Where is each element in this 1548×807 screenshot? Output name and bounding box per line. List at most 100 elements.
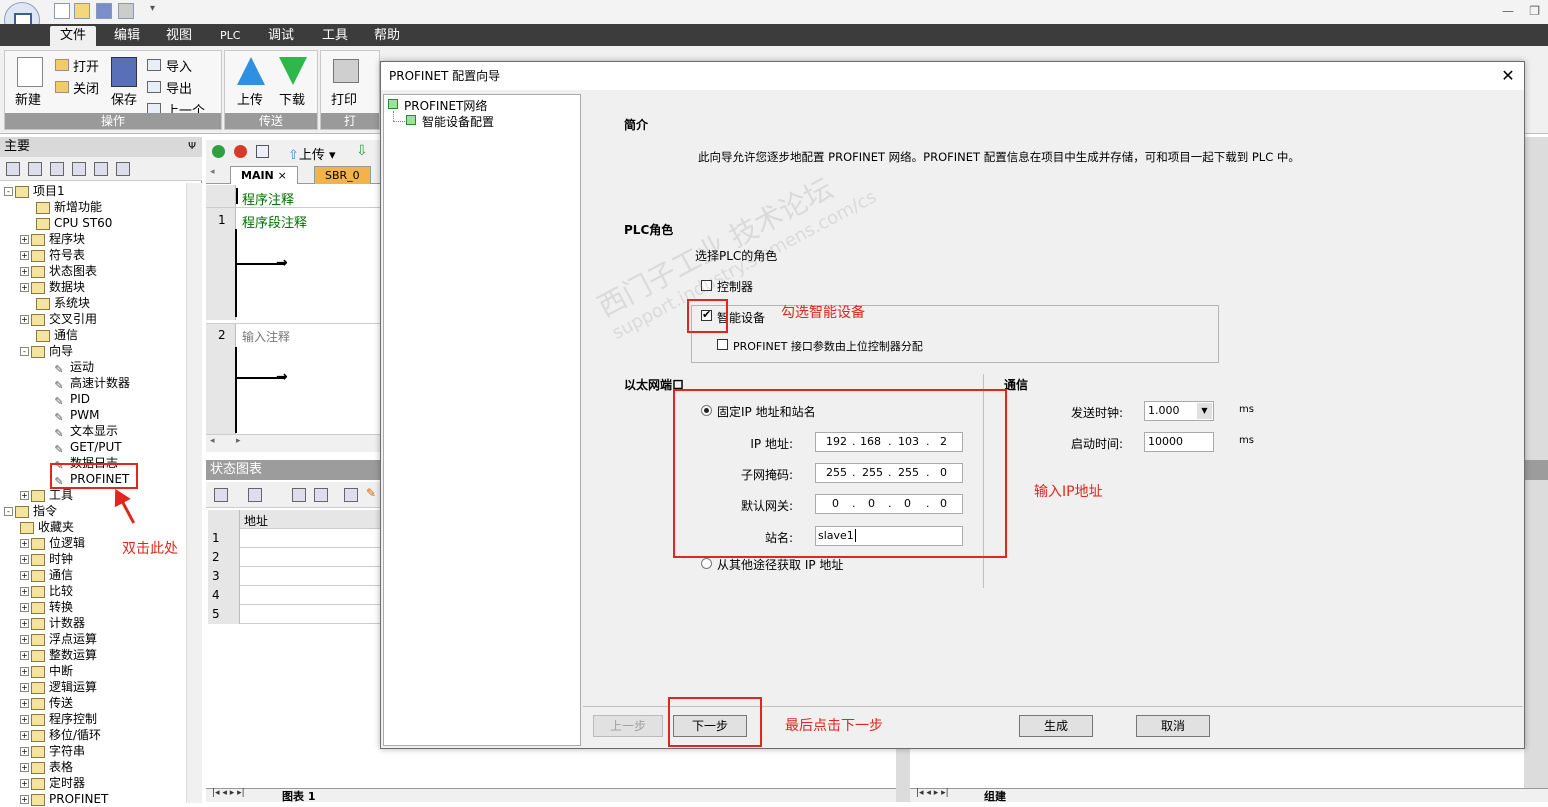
prev-button[interactable]: 上一步 xyxy=(593,715,663,737)
tree-item[interactable]: ✎ PWM xyxy=(52,407,99,424)
menu-file[interactable]: 文件 xyxy=(50,26,97,46)
menu-view[interactable]: 视图 xyxy=(156,26,202,46)
collapse-icon[interactable]: - xyxy=(4,507,13,516)
restore-icon[interactable]: ❐ xyxy=(1529,4,1540,18)
tree-item[interactable]: ✎ 文本显示 xyxy=(52,423,118,440)
editor-hscrollbar[interactable]: ◂ ▸ xyxy=(206,434,382,452)
new-file-icon[interactable] xyxy=(54,3,70,19)
tree-item[interactable]: + 时钟 xyxy=(20,551,73,567)
nav-item-profinet-network[interactable]: PROFINET网络 xyxy=(404,97,488,114)
expand-icon[interactable]: + xyxy=(20,555,29,564)
tab-scroll-left-icon[interactable]: ◂ xyxy=(210,167,215,177)
nav-item-idevice-config[interactable]: 智能设备配置 xyxy=(422,113,494,130)
tab-sbr0[interactable]: SBR_0 xyxy=(314,166,371,184)
tree-item[interactable]: 新增功能 xyxy=(36,199,102,215)
glasses-icon[interactable] xyxy=(344,488,358,502)
tree-item[interactable]: + 位逻辑 xyxy=(20,535,85,551)
chart-pause-icon[interactable] xyxy=(314,488,328,502)
send-clock-select[interactable]: 1.000 ▼ xyxy=(1144,401,1214,421)
tree-item[interactable]: - 项目1 xyxy=(4,183,65,199)
startup-time-input[interactable]: 10000 xyxy=(1144,432,1214,452)
print-button[interactable]: 打印 xyxy=(331,89,357,108)
tab-close-icon[interactable]: × xyxy=(278,169,287,182)
download-button[interactable]: 下载 xyxy=(279,89,305,108)
expand-icon[interactable]: + xyxy=(20,267,29,276)
cancel-button[interactable]: 取消 xyxy=(1136,715,1210,737)
export-button[interactable]: 导出 xyxy=(166,78,192,97)
tree-item[interactable]: + 定时器 xyxy=(20,775,85,791)
tree-item[interactable]: + 浮点运算 xyxy=(20,631,97,647)
expand-icon[interactable]: + xyxy=(20,667,29,676)
expand-icon[interactable]: + xyxy=(20,651,29,660)
chart-run-icon[interactable] xyxy=(292,488,306,502)
tree-item[interactable]: + PROFINET xyxy=(20,791,108,807)
table-row[interactable]: 1 xyxy=(208,529,382,548)
quick-access-dropdown-icon[interactable]: ▾ xyxy=(150,3,155,14)
view-icon[interactable] xyxy=(94,162,108,176)
run-icon[interactable] xyxy=(212,145,225,158)
expand-icon[interactable]: + xyxy=(20,731,29,740)
collapse-icon[interactable]: - xyxy=(4,187,13,196)
expand-icon[interactable]: + xyxy=(20,795,29,804)
expand-icon[interactable]: + xyxy=(20,539,29,548)
expand-icon[interactable]: + xyxy=(20,683,29,692)
expand-icon[interactable]: + xyxy=(20,571,29,580)
tree-item[interactable]: + 程序块 xyxy=(20,231,85,247)
expand-icon[interactable]: + xyxy=(20,315,29,324)
expand-icon[interactable]: + xyxy=(20,779,29,788)
tree-item[interactable]: + 通信 xyxy=(20,567,73,583)
expand-icon[interactable]: + xyxy=(20,715,29,724)
tree-item[interactable]: + 计数器 xyxy=(20,615,85,631)
tree-item[interactable]: + 字符串 xyxy=(20,743,85,759)
pencil-icon[interactable]: ✎ xyxy=(366,486,376,500)
tree-item[interactable]: ✎ GET/PUT xyxy=(52,439,121,456)
tree-item[interactable]: CPU ST60 xyxy=(36,215,112,231)
tree-item[interactable]: 系统块 xyxy=(36,295,90,311)
tab-main[interactable]: MAIN × xyxy=(230,166,298,184)
tab-nav-icons[interactable]: |◂ ◂ ▸ ▸| xyxy=(212,788,245,798)
stop-icon[interactable] xyxy=(234,145,247,158)
download-small-icon[interactable]: ⇩ xyxy=(356,143,368,159)
delete-row-icon[interactable] xyxy=(248,488,262,502)
view-icon[interactable] xyxy=(6,162,20,176)
tree-item[interactable]: - 向导 xyxy=(20,343,73,359)
menu-plc[interactable]: PLC xyxy=(210,26,250,46)
expand-icon[interactable]: + xyxy=(20,747,29,756)
generate-button[interactable]: 生成 xyxy=(1019,715,1093,737)
table-row[interactable]: 5 xyxy=(208,605,382,624)
tree-item[interactable]: + 程序控制 xyxy=(20,711,97,727)
tree-item[interactable]: + 工具 xyxy=(20,487,73,503)
expand-icon[interactable]: + xyxy=(20,251,29,260)
tree-item[interactable]: + 中断 xyxy=(20,663,73,679)
table-row[interactable]: 4 xyxy=(208,586,382,605)
other-ip-radio[interactable] xyxy=(701,558,712,569)
menu-edit[interactable]: 编辑 xyxy=(104,26,150,46)
save-disk-icon[interactable] xyxy=(96,3,112,19)
tree-item[interactable]: + 表格 xyxy=(20,759,73,775)
tree-item[interactable]: + 整数运算 xyxy=(20,647,97,663)
menu-debug[interactable]: 调试 xyxy=(258,26,304,46)
program-comment[interactable]: 程序注释 xyxy=(242,189,294,208)
expand-icon[interactable]: + xyxy=(20,619,29,628)
tab-nav-icons[interactable]: |◂ ◂ ▸ ▸| xyxy=(916,788,949,798)
view-icon[interactable] xyxy=(72,162,86,176)
save-button[interactable]: 保存 xyxy=(111,89,137,108)
menu-tools[interactable]: 工具 xyxy=(312,26,358,46)
tree-item[interactable]: 通信 xyxy=(36,327,78,343)
scroll-right-icon[interactable]: ▸ xyxy=(236,436,241,446)
collapse-icon[interactable]: - xyxy=(20,347,29,356)
ladder-editor[interactable]: 程序注释 1 程序段注释 → 2 输入注释 → xyxy=(206,185,382,455)
close-button[interactable]: 关闭 xyxy=(73,78,99,97)
open-button[interactable]: 打开 xyxy=(73,56,99,75)
tree-item[interactable]: 收藏夹 xyxy=(20,519,74,535)
expand-icon[interactable]: + xyxy=(20,763,29,772)
view-icon[interactable] xyxy=(116,162,130,176)
open-folder-icon[interactable] xyxy=(74,3,90,19)
expand-icon[interactable]: + xyxy=(20,699,29,708)
tree-scrollbar[interactable] xyxy=(186,183,202,803)
scroll-left-icon[interactable]: ◂ xyxy=(210,436,215,446)
expand-icon[interactable]: + xyxy=(20,283,29,292)
tree-item[interactable]: + 比较 xyxy=(20,583,73,599)
import-button[interactable]: 导入 xyxy=(166,56,192,75)
splitter[interactable] xyxy=(896,748,910,802)
